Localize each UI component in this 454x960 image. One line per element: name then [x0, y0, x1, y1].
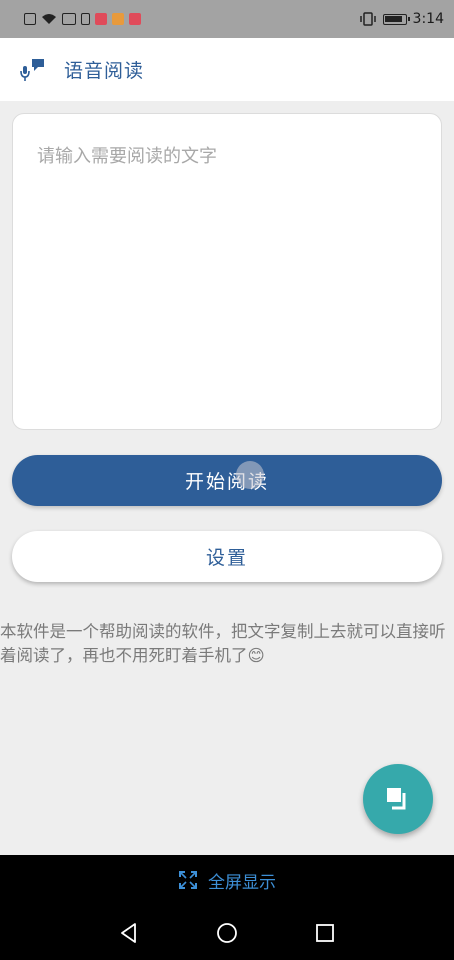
wifi-icon [42, 14, 56, 24]
floating-copy-button[interactable] [363, 764, 433, 834]
battery-icon [382, 13, 410, 25]
reading-text-input[interactable] [13, 114, 441, 429]
sim-icon [24, 13, 36, 25]
settings-button[interactable]: 设置 [12, 531, 442, 582]
text-input-card [12, 113, 442, 430]
settings-label: 设置 [205, 547, 248, 569]
mic-speech-icon [20, 58, 44, 81]
back-triangle-icon[interactable] [118, 922, 140, 944]
app-title: 语音阅读 [64, 60, 145, 82]
status-left-icons [24, 13, 141, 25]
vibrate-icon [359, 12, 376, 26]
signal-icon [62, 13, 76, 25]
battery-saver-icon [81, 13, 90, 25]
app-notification-icon [95, 13, 107, 25]
fullscreen-label: 全屏显示 [208, 872, 276, 893]
home-circle-icon[interactable] [216, 922, 238, 944]
status-right-icons: 3:14 [359, 11, 444, 27]
status-bar: 3:14 [0, 0, 454, 38]
expand-icon [179, 871, 197, 889]
copy-icon [387, 788, 406, 810]
app-notification-icon [129, 13, 141, 25]
app-description: 本软件是一个帮助阅读的软件，把文字复制上去就可以直接听着阅读了，再也不用死盯着手… [0, 622, 446, 665]
status-time: 3:14 [412, 11, 444, 27]
fullscreen-toggle[interactable]: 全屏显示 [0, 855, 454, 905]
start-reading-button[interactable]: 开始阅读 [12, 455, 442, 506]
recents-square-icon[interactable] [314, 922, 336, 944]
system-nav-bar [0, 905, 454, 960]
app-notification-icon [112, 13, 124, 25]
start-reading-label: 开始阅读 [184, 471, 269, 493]
app-bar: 语音阅读 [0, 38, 454, 101]
